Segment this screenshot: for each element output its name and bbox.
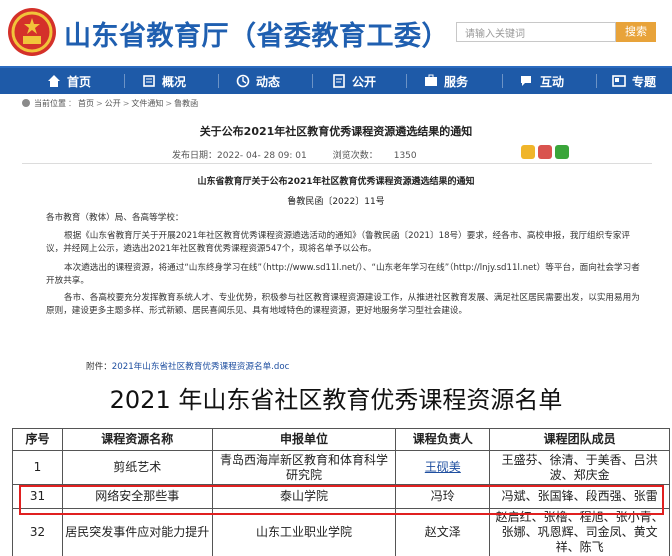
nav-item-topic[interactable]: 专题 [612, 68, 656, 94]
nav-item-publicity[interactable]: 公开 [332, 68, 376, 94]
news-icon [236, 74, 250, 88]
breadcrumb-label: 当前位置 [34, 98, 66, 108]
course-name: 居民突发事件应对能力提升 [61, 508, 213, 556]
course-lead: 王砚美 [395, 450, 491, 485]
attachment-label: 附件： [86, 362, 112, 372]
nav-item-home[interactable]: 首页 [47, 68, 91, 94]
nav-label: 概况 [162, 74, 187, 89]
nav-label: 互动 [540, 74, 565, 89]
publicity-icon [332, 74, 346, 88]
applicant-unit: 青岛西海岸新区教育和体育科学研究院 [211, 450, 397, 485]
nav-item-service[interactable]: 服务 [424, 68, 468, 94]
home-icon [47, 74, 61, 88]
publish-date: 2022- 04- 28 09: 01 [217, 151, 307, 161]
attachment-link[interactable]: 2021年山东省社区教育优秀课程资源名单.doc [112, 362, 290, 372]
favorite-icon[interactable] [521, 145, 535, 159]
table-row: 32 居民突发事件应对能力提升 山东工业职业学院 赵文泽 赵启红、张橹、程旭、张… [12, 508, 670, 556]
row-number: 31 [12, 484, 63, 509]
article-meta: 发布日期：2022- 04- 28 09: 01 浏览次数： 1350 [172, 148, 417, 161]
breadcrumb-link-home[interactable]: 首页 [78, 98, 94, 109]
course-lead: 赵文泽 [395, 508, 491, 556]
row-number: 1 [12, 450, 63, 485]
wechat-icon[interactable] [555, 145, 569, 159]
nav-label: 首页 [67, 74, 92, 89]
column-header: 课程团队成员 [489, 428, 670, 451]
site-header: 山东省教育厅（省委教育工委） 请输入关键词 搜索 [0, 0, 672, 66]
views-label: 浏览次数： [332, 151, 378, 161]
greeting: 各市教育（教体）局、各高等学校： [46, 213, 184, 223]
team-members: 赵启红、张橹、程旭、张小青、张娜、巩恩辉、司金凤、黄文祥、陈飞 [489, 508, 670, 556]
paragraph-3: 各市、各高校要充分发挥教育系统人才、专业优势，积极参与社区教育课程资源建设工作，… [46, 293, 640, 316]
nav-label: 专题 [632, 74, 657, 89]
search-input[interactable]: 请输入关键词 [456, 22, 616, 42]
row-number: 32 [12, 508, 63, 556]
paragraph-1: 根据《山东省教育厅关于开展2021年社区教育优秀课程资源遴选活动的通知》（鲁教民… [46, 231, 631, 254]
team-members: 王盛芬、徐清、于美香、吕洪波、郑庆金 [489, 450, 670, 485]
table-header-row: 序号 课程资源名称 申报单位 课程负责人 课程团队成员 [12, 428, 670, 451]
document-number: 鲁教民函〔2022〕11号 [287, 197, 385, 207]
paragraph-2: 本次遴选出的课程资源，将通过“山东终身学习在线”（http://www.sd11… [46, 263, 640, 286]
nav-item-news[interactable]: 动态 [236, 68, 280, 94]
course-name: 剪纸艺术 [61, 450, 213, 485]
article-title: 关于公布2021年社区教育优秀课程资源遴选结果的通知 [199, 125, 473, 138]
course-lead: 冯玲 [395, 484, 491, 509]
national-emblem-icon [8, 8, 56, 56]
attachment: 附件：2021年山东省社区教育优秀课程资源名单.doc [86, 360, 289, 372]
views-count: 1350 [393, 151, 417, 161]
course-table: 序号 课程资源名称 申报单位 课程负责人 课程团队成员 1 剪纸艺术 青岛西海岸… [12, 428, 670, 556]
list-title: 2021 年山东省社区教育优秀课程资源名单 [109, 386, 563, 414]
column-header: 序号 [12, 428, 63, 451]
table-row: 31 网络安全那些事 泰山学院 冯玲 冯斌、张国锋、段西强、张雷 [12, 484, 670, 509]
table-row: 1 剪纸艺术 青岛西海岸新区教育和体育科学研究院 王砚美 王盛芬、徐清、于美香、… [12, 450, 670, 485]
document-heading: 山东省教育厅关于公布2021年社区教育优秀课程资源遴选结果的通知 [197, 177, 475, 187]
interaction-icon [520, 74, 534, 88]
main-nav: 首页 概况 动态 公开 服务 互动 专题 [0, 66, 672, 94]
nav-item-overview[interactable]: 概况 [142, 68, 186, 94]
nav-label: 服务 [444, 74, 469, 89]
breadcrumb-link-notices[interactable]: 文件通知 [131, 98, 163, 109]
column-header: 课程资源名称 [61, 428, 213, 451]
overview-icon [142, 74, 156, 88]
breadcrumb-link-publicity[interactable]: 公开 [105, 98, 121, 109]
column-header: 申报单位 [211, 428, 397, 451]
divider [22, 163, 652, 164]
course-name: 网络安全那些事 [61, 484, 213, 509]
share-bar [521, 145, 569, 159]
applicant-unit: 山东工业职业学院 [211, 508, 397, 556]
course-lead-name: 王砚美 [424, 460, 461, 474]
breadcrumb-link-current[interactable]: 鲁教函 [174, 98, 198, 109]
topic-icon [612, 74, 626, 88]
service-icon [424, 74, 438, 88]
publish-date-label: 发布日期： [172, 151, 218, 161]
column-header: 课程负责人 [395, 428, 491, 451]
search-placeholder: 请输入关键词 [465, 29, 525, 40]
breadcrumb: 当前位置： 首页 > 公开 > 文件通知 > 鲁教函 [22, 97, 198, 109]
nav-label: 公开 [352, 74, 377, 89]
search-button[interactable]: 搜索 [616, 22, 656, 42]
site-title[interactable]: 山东省教育厅（省委教育工委） [64, 14, 449, 53]
nav-item-interaction[interactable]: 互动 [520, 68, 564, 94]
weibo-icon[interactable] [538, 145, 552, 159]
location-icon [22, 99, 30, 107]
team-members: 冯斌、张国锋、段西强、张雷 [489, 484, 670, 509]
applicant-unit: 泰山学院 [211, 484, 397, 509]
nav-label: 动态 [256, 74, 281, 89]
